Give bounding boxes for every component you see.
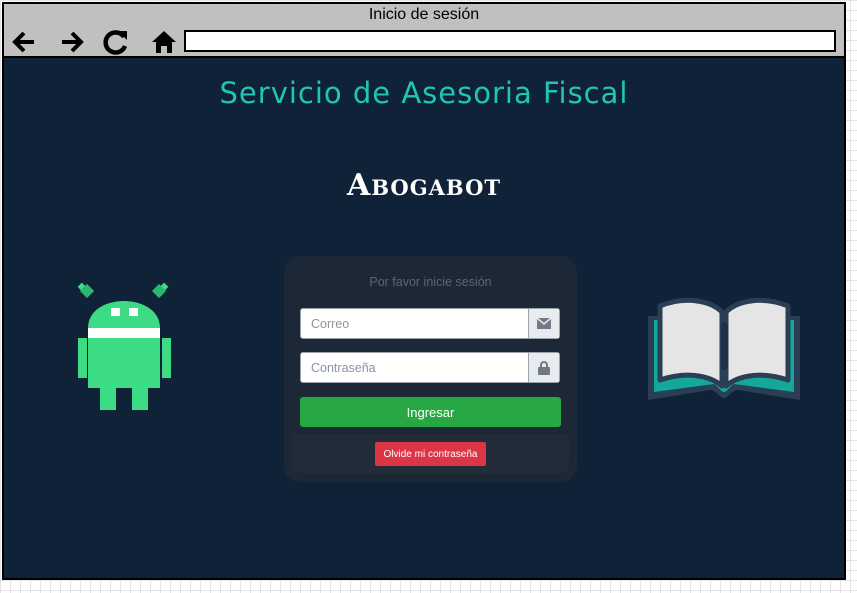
forgot-password-button[interactable]: Olvide mi contraseña <box>375 442 486 466</box>
lock-icon <box>528 353 559 382</box>
login-heading: Por favor inicie sesión <box>369 275 492 289</box>
home-icon[interactable] <box>150 28 178 56</box>
back-arrow-icon[interactable] <box>10 28 38 56</box>
address-bar[interactable] <box>184 30 836 52</box>
password-field <box>300 352 560 383</box>
service-title: Servicio de Asesoria Fiscal <box>219 76 629 110</box>
password-input[interactable] <box>301 353 529 382</box>
login-card: Por favor inicie sesión Correo Ingresar … <box>284 256 577 482</box>
window-title: Inicio de sesión <box>368 6 480 23</box>
page-content: Servicio de Asesoria Fiscal Abogabot Por… <box>4 58 844 578</box>
refresh-icon[interactable] <box>102 28 130 56</box>
open-book-icon <box>648 297 800 400</box>
forward-arrow-icon[interactable] <box>58 28 86 56</box>
envelope-icon <box>528 309 559 338</box>
login-button[interactable]: Ingresar <box>300 397 561 427</box>
browser-toolbar: Inicio de sesión <box>4 4 844 58</box>
browser-window: Inicio de sesión Servicio de Asesoria Fi… <box>2 2 846 580</box>
android-robot-icon <box>77 282 171 410</box>
email-field <box>300 308 560 339</box>
email-input[interactable] <box>301 309 529 338</box>
brand-title: Abogabot <box>347 168 501 203</box>
